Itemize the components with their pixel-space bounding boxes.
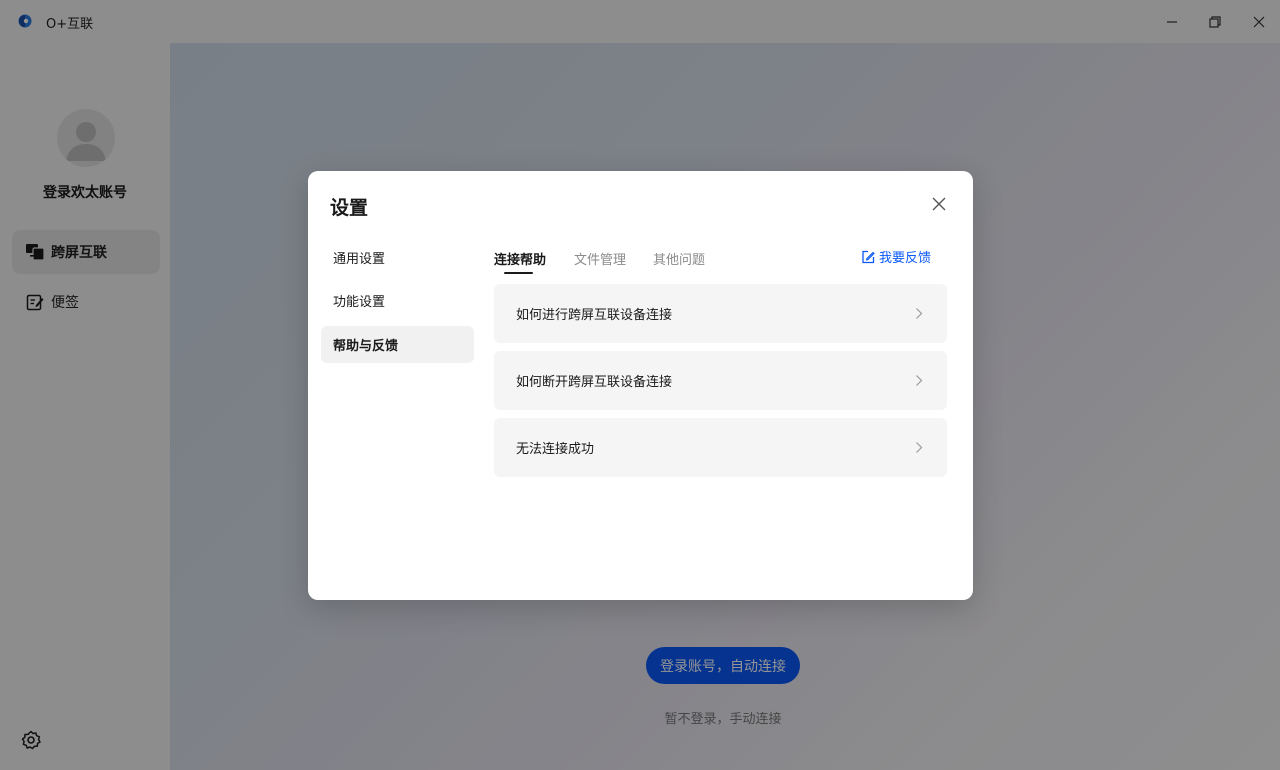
- dialog-title: 设置: [330, 197, 369, 219]
- tab-other-questions[interactable]: 其他问题: [653, 249, 705, 268]
- close-icon: [932, 197, 946, 211]
- menu-item-label: 功能设置: [333, 295, 386, 310]
- menu-item-label: 帮助与反馈: [333, 339, 399, 354]
- feedback-label: 我要反馈: [879, 251, 932, 266]
- feedback-button[interactable]: 我要反馈: [861, 247, 931, 266]
- tab-file-management[interactable]: 文件管理: [574, 249, 626, 268]
- chevron-right-icon: [916, 442, 923, 453]
- chevron-right-icon: [916, 375, 923, 386]
- settings-menu-help-feedback[interactable]: 帮助与反馈: [321, 326, 474, 363]
- help-item-label: 如何断开跨屏互联设备连接: [516, 375, 673, 390]
- tab-connection-help[interactable]: 连接帮助: [494, 249, 546, 268]
- chevron-right-icon: [916, 308, 923, 319]
- settings-menu-general[interactable]: 通用设置: [321, 239, 474, 276]
- active-tab-indicator: [504, 272, 533, 274]
- help-item-label: 如何进行跨屏互联设备连接: [516, 308, 673, 323]
- settings-dialog: 设置 通用设置 功能设置 帮助与反馈 连接帮助 文件管理 其他问题 我要反馈 如…: [308, 171, 973, 600]
- help-item[interactable]: 如何断开跨屏互联设备连接: [494, 351, 947, 410]
- help-item[interactable]: 无法连接成功: [494, 418, 947, 477]
- dialog-close-button[interactable]: [928, 193, 950, 215]
- edit-feedback-icon: [862, 250, 875, 263]
- settings-menu-features[interactable]: 功能设置: [321, 282, 474, 319]
- help-item[interactable]: 如何进行跨屏互联设备连接: [494, 284, 947, 343]
- menu-item-label: 通用设置: [333, 252, 386, 267]
- help-item-label: 无法连接成功: [516, 442, 595, 457]
